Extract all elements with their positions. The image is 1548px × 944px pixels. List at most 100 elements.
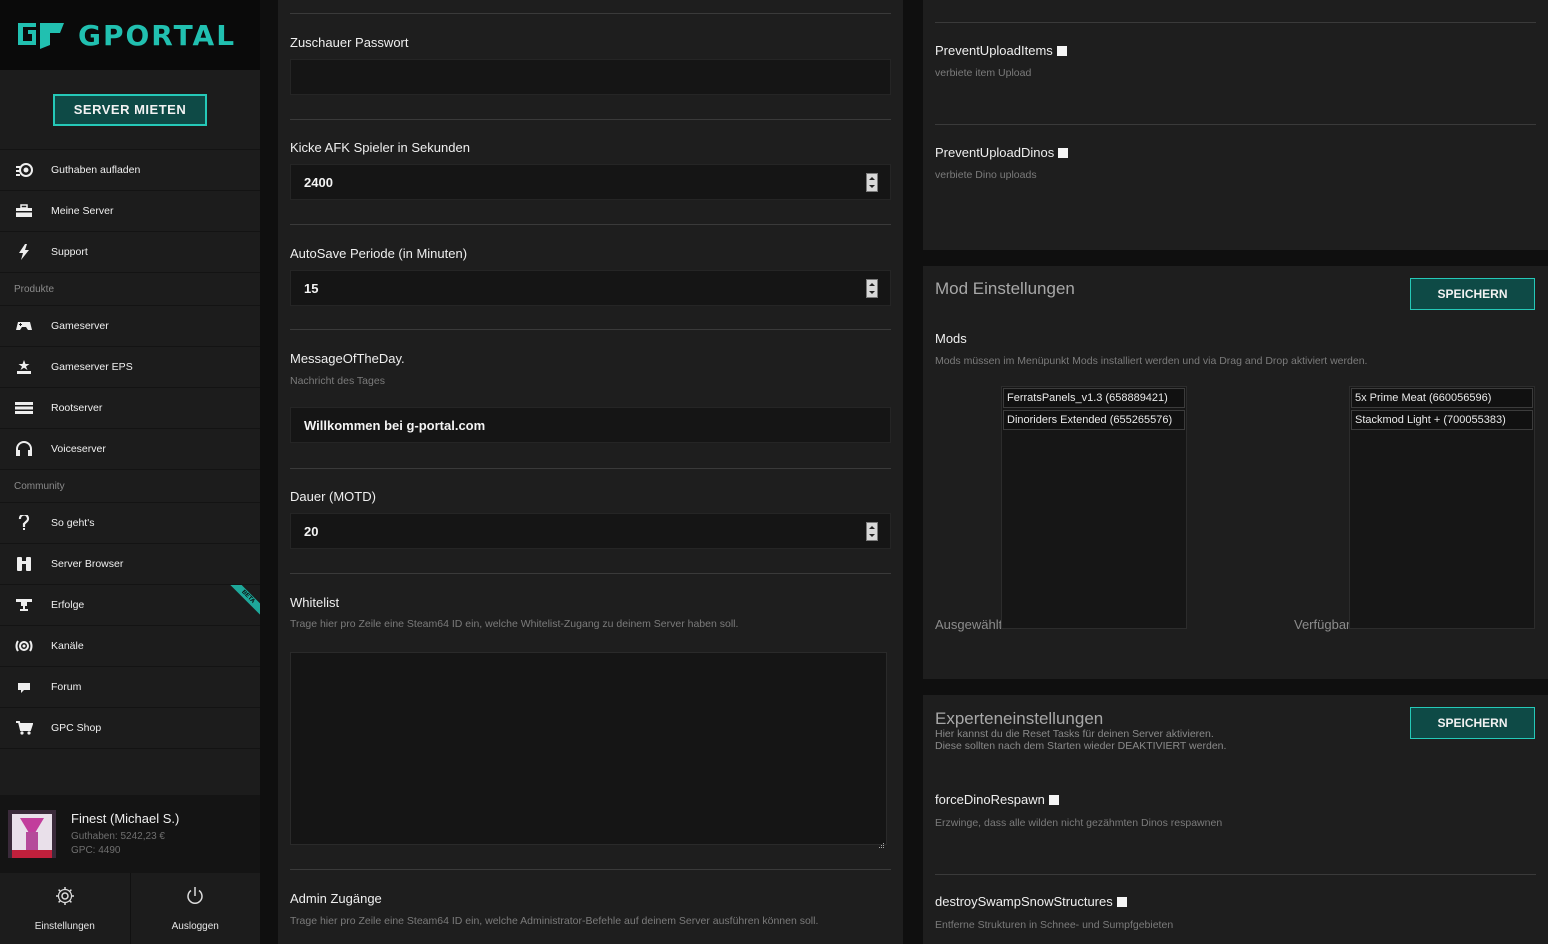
sidebar-item-label: Support [51, 246, 88, 258]
list-item[interactable]: FerratsPanels_v1.3 (658889421) [1003, 388, 1185, 408]
sidebar-item-label: So geht's [51, 517, 95, 529]
sidebar-item-label: Guthaben aufladen [51, 164, 141, 176]
eps-stars-icon [14, 357, 34, 377]
sidebar-item-label: GPC Shop [51, 722, 102, 734]
user-gpc: GPC: 4490 [71, 844, 121, 856]
field-label: MessageOfTheDay. [290, 351, 405, 366]
field-label: Dauer (MOTD) [290, 489, 376, 504]
sidebar-item-label: Gameserver EPS [51, 361, 133, 373]
beta-badge: BETA [228, 585, 260, 617]
logout-label: Ausloggen [171, 920, 219, 932]
sidebar-item-label: Rootserver [51, 402, 103, 414]
field-help: verbiete item Upload [935, 67, 1032, 79]
selected-mods-list[interactable]: FerratsPanels_v1.3 (658889421) Dinorider… [1001, 386, 1187, 629]
cart-icon [14, 718, 34, 738]
panel-title: Experteneinstellungen [935, 709, 1104, 728]
sidebar-item-channels[interactable]: Kanäle [0, 626, 260, 667]
upload-settings-panel: PreventUploadItems verbiete item Upload … [923, 0, 1548, 250]
motd-field: MessageOfTheDay. Nachricht des Tages Wil… [290, 329, 891, 464]
field-help: Nachricht des Tages [290, 375, 385, 387]
sidebar-item-label: Meine Server [51, 205, 114, 217]
logout-button[interactable]: Ausloggen [131, 873, 261, 944]
whitelist-field: Whitelist Trage hier pro Zeile eine Stea… [290, 573, 891, 863]
trophy-icon [14, 595, 34, 615]
app-root: GPORTAL SERVER MIETEN Guthaben aufladen … [0, 0, 1548, 944]
whitelist-textarea[interactable] [290, 652, 887, 845]
number-spinner[interactable] [866, 279, 878, 298]
user-profile[interactable]: Finest (Michael S.) Guthaben: 5242,23 € … [0, 795, 260, 873]
resize-grip-icon[interactable] [878, 836, 885, 848]
field-label: Whitelist [290, 595, 340, 610]
channels-icon [14, 636, 34, 656]
divider [935, 22, 1536, 23]
expert-desc-2: Diese sollten nach dem Starten wieder DE… [935, 740, 1227, 752]
field-label: AutoSave Periode (in Minuten) [290, 246, 468, 261]
autosave-input[interactable]: 15 [290, 270, 891, 306]
settings-button[interactable]: Einstellungen [0, 873, 131, 944]
motd-duration-field: Dauer (MOTD) 20 [290, 468, 891, 568]
prevent-upload-items-checkbox[interactable] [1056, 45, 1067, 56]
sidebar-item-rootserver[interactable]: Rootserver [0, 388, 260, 429]
sidebar-item-my-servers[interactable]: Meine Server [0, 191, 260, 232]
input-value: 20 [304, 523, 319, 539]
expert-save-button[interactable]: SPEICHERN [1410, 707, 1535, 739]
mod-settings-panel: Mod Einstellungen SPEICHERN Mods Mods mü… [923, 266, 1548, 679]
section-products: Produkte [0, 273, 260, 306]
sidebar-item-server-browser[interactable]: Server Browser [0, 544, 260, 585]
destroy-swamp-snow-label: destroySwampSnowStructures [935, 894, 1173, 909]
power-icon [185, 886, 205, 911]
sidebar-item-voiceserver[interactable]: Voiceserver [0, 429, 260, 470]
mods-help: Mods müssen im Menüpunkt Mods installier… [935, 355, 1368, 367]
force-dino-respawn-checkbox[interactable] [1048, 794, 1059, 805]
prevent-upload-items-label: PreventUploadItems [935, 43, 1067, 58]
server-settings-panel: Zuschauer Passwort Kicke AFK Spieler in … [278, 0, 903, 944]
mods-save-button[interactable]: SPEICHERN [1410, 278, 1535, 310]
prevent-upload-items-field: PreventUploadItems verbiete item Upload [935, 43, 1067, 79]
panel-title: Mod Einstellungen [935, 279, 1075, 298]
list-item[interactable]: Stackmod Light + (700055383) [1351, 410, 1533, 430]
available-mods-list[interactable]: 5x Prime Meat (660056596) Stackmod Light… [1349, 386, 1535, 629]
binoculars-icon [14, 554, 34, 574]
brand-name: GPORTAL [78, 18, 237, 52]
sidebar-item-gameserver[interactable]: Gameserver [0, 306, 260, 347]
lightning-icon [14, 242, 34, 262]
expert-settings-panel: Experteneinstellungen Hier kannst du die… [923, 695, 1548, 944]
destroy-swamp-snow-checkbox[interactable] [1116, 896, 1127, 907]
motd-input[interactable]: Willkommen bei g-portal.com [290, 407, 891, 443]
sidebar-item-achievements[interactable]: Erfolge BETA [0, 585, 260, 626]
field-help: Trage hier pro Zeile eine Steam64 ID ein… [290, 618, 739, 630]
sidebar-item-how-to[interactable]: So geht's [0, 503, 260, 544]
sidebar: GPORTAL SERVER MIETEN Guthaben aufladen … [0, 0, 260, 944]
sidebar-item-gpc-shop[interactable]: GPC Shop [0, 708, 260, 749]
prevent-upload-dinos-checkbox[interactable] [1058, 147, 1069, 158]
field-help: Entferne Strukturen in Schnee- und Sumpf… [935, 919, 1174, 931]
force-dino-respawn-label: forceDinoRespawn [935, 792, 1222, 807]
rent-area: SERVER MIETEN [0, 70, 260, 150]
spectator-password-input[interactable] [290, 59, 891, 95]
sidebar-item-credit[interactable]: Guthaben aufladen [0, 150, 260, 191]
sidebar-item-label: Forum [51, 681, 82, 693]
list-item[interactable]: 5x Prime Meat (660056596) [1351, 388, 1533, 408]
coins-icon [14, 160, 34, 180]
user-name: Finest (Michael S.) [71, 810, 180, 826]
logo[interactable]: GPORTAL [0, 0, 260, 70]
field-help: Erzwinge, dass alle wilden nicht gezähmt… [935, 817, 1223, 829]
sidebar-item-gameserver-eps[interactable]: Gameserver EPS [0, 347, 260, 388]
list-item[interactable]: Dinoriders Extended (655265576) [1003, 410, 1185, 430]
sidebar-item-forum[interactable]: Forum [0, 667, 260, 708]
number-spinner[interactable] [866, 173, 878, 192]
number-spinner[interactable] [866, 522, 878, 541]
headset-icon [14, 439, 34, 459]
kick-afk-input[interactable]: 2400 [290, 164, 891, 200]
sidebar-item-label: Voiceserver [51, 443, 106, 455]
sidebar-item-label: Kanäle [51, 640, 84, 652]
selected-label: Ausgewählt [935, 617, 1003, 632]
available-label: Verfügbar [1294, 617, 1351, 632]
prevent-upload-dinos-label: PreventUploadDinos [935, 145, 1069, 160]
gear-icon [55, 886, 75, 911]
chat-bubble-icon [14, 677, 34, 697]
rent-server-button[interactable]: SERVER MIETEN [53, 93, 207, 126]
sidebar-item-support[interactable]: Support [0, 232, 260, 273]
motd-duration-input[interactable]: 20 [290, 513, 891, 549]
destroy-swamp-snow-field: destroySwampSnowStructures Entferne Stru… [935, 894, 1173, 931]
